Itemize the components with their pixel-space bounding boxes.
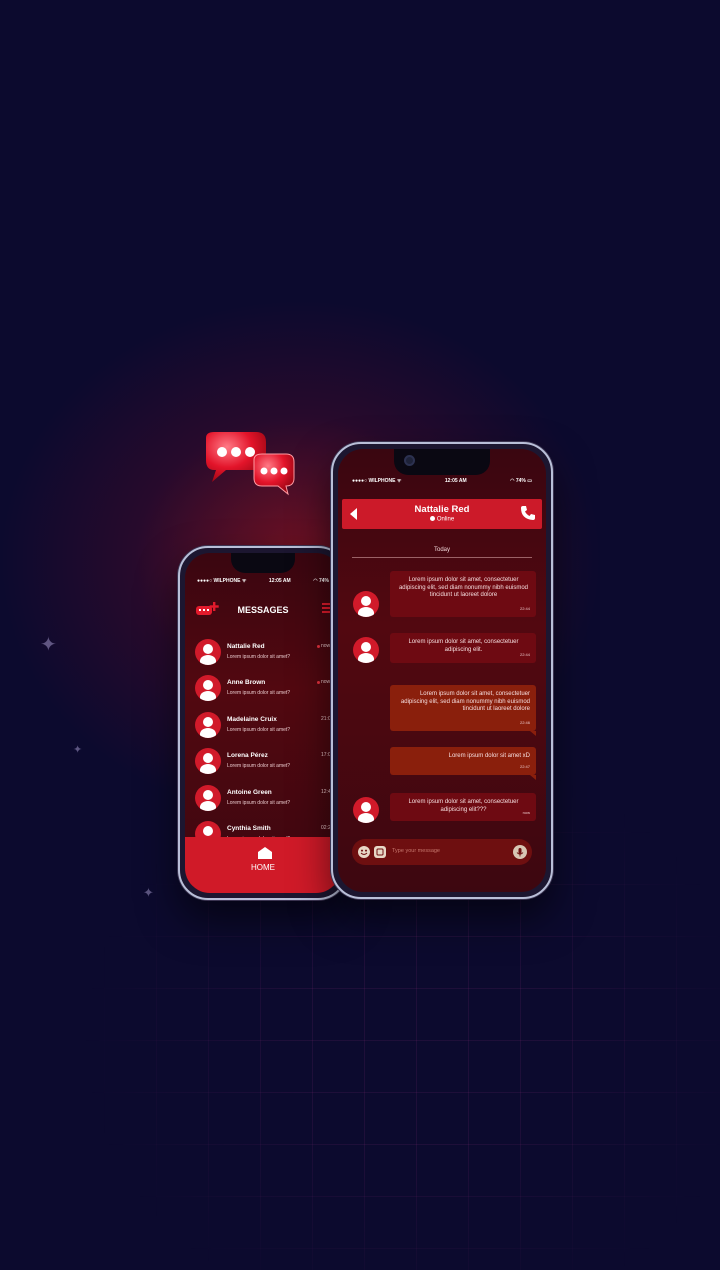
status-time: 12:05 AM: [268, 578, 291, 584]
messages-phone: ●●●●○ WILPHONE ᯤ 12:05 AM ◠ 74% MESSAGES…: [178, 546, 348, 900]
status-time: 12:05 AM: [444, 478, 467, 484]
contact-name: Lorena Pérez: [227, 752, 268, 760]
message-time: 17:0: [321, 752, 331, 759]
page-title: MESSAGES: [237, 605, 289, 615]
sparkle-icon: ✦: [73, 743, 83, 756]
avatar: [195, 711, 221, 738]
contact-list: Nattalie Red Lorem ipsum dolor sit amet? n…: [195, 639, 341, 857]
contact-row[interactable]: Anne Brown Lorem ipsum dolor sit amet? now: [195, 675, 341, 711]
avatar: [353, 797, 379, 823]
messages-screen: ●●●●○ WILPHONE ᯤ 12:05 AM ◠ 74% MESSAGES…: [185, 553, 341, 893]
sparkle-icon: ✦: [40, 632, 57, 656]
chat-bubbles-icon: [206, 432, 295, 496]
message-text: Lorem ipsum dolor sit amet, consectetuer…: [398, 577, 529, 599]
chat-screen: ●●●●○ WILPHONE ᯤ 12:05 AM ◠ 74% ▭ Nattal…: [338, 449, 546, 892]
contact-name: Cynthia Smith: [227, 824, 271, 832]
contact-name: Madelaine Cruix: [227, 715, 277, 723]
contact-name: Anne Brown: [227, 679, 266, 687]
avatar: [353, 591, 379, 617]
sparkle-icon: ✦: [143, 886, 154, 901]
message-time: 02:2: [321, 824, 331, 831]
presence-label: Online: [436, 516, 455, 523]
message-time: 22:44: [519, 606, 530, 612]
day-divider: [352, 557, 532, 558]
phone-icon[interactable]: [520, 505, 536, 521]
message-text: Lorem ipsum dolor sit amet, consectetuer…: [408, 799, 519, 813]
phone-notch: [394, 449, 490, 475]
message-time: now: [321, 643, 331, 649]
message-bubble: Lorem ipsum dolor sit amet, consectetuer…: [390, 571, 536, 617]
day-divider-label: Today: [433, 547, 450, 553]
contact-row[interactable]: Nattalie Red Lorem ipsum dolor sit amet? n…: [195, 639, 341, 675]
message-text: Lorem ipsum dolor sit amet xD: [448, 753, 530, 759]
message-time: 22:47: [519, 764, 530, 770]
contact-row[interactable]: Lorena Pérez Lorem ipsum dolor sit amet? 1…: [195, 748, 341, 784]
sticker-icon[interactable]: [374, 846, 386, 858]
unread-dot-icon: [317, 681, 320, 685]
camera-icon: [404, 455, 415, 466]
message-bubble: Lorem ipsum dolor sit amet, consectetuer…: [390, 633, 536, 663]
message-time: 22:44: [519, 652, 530, 658]
message-preview: Lorem ipsum dolor sit amet?: [227, 763, 291, 770]
contact-name: Antoine Green: [227, 788, 272, 796]
message-text: Lorem ipsum dolor sit amet, consectetuer…: [400, 691, 530, 713]
message-preview: Lorem ipsum dolor sit amet?: [227, 690, 291, 697]
message-bubble: Lorem ipsum dolor sit amet, consectetuer…: [390, 793, 536, 821]
chat-message: Lorem ipsum dolor sit amet, consectetuer…: [338, 633, 546, 663]
home-icon: [258, 847, 272, 859]
chat-message: Lorem ipsum dolor sit amet xD 22:47: [338, 747, 546, 780]
message-preview: Lorem ipsum dolor sit amet?: [227, 654, 291, 660]
contact-name: Nattalie Red: [414, 504, 470, 515]
contact-row[interactable]: Madelaine Cruix Lorem ipsum dolor sit ame…: [195, 711, 341, 748]
message-time: 22:46: [519, 720, 530, 726]
messages-header: MESSAGES: [185, 597, 341, 623]
message-bubble: Lorem ipsum dolor sit amet xD 22:47: [390, 747, 536, 780]
chat-header: Nattalie Red Online: [342, 499, 542, 529]
online-dot-icon: [429, 516, 435, 521]
contact-row[interactable]: Antoine Green Lorem ipsum dolor sit amet?…: [195, 784, 341, 821]
message-time: now: [522, 810, 530, 816]
unread-dot-icon: [317, 645, 320, 648]
chat-message: Lorem ipsum dolor sit amet, consectetuer…: [338, 793, 546, 823]
home-label: HOME: [251, 863, 275, 872]
emoji-icon[interactable]: [358, 846, 370, 858]
message-time: 21:0: [321, 715, 331, 722]
chat-message: Lorem ipsum dolor sit amet, consectetuer…: [338, 685, 546, 736]
chat-phone: ●●●●○ WILPHONE ᯤ 12:05 AM ◠ 74% ▭ Nattal…: [331, 442, 553, 899]
carrier-label: ●●●●○ WILPHONE ᯤ: [197, 578, 247, 584]
avatar: [353, 637, 379, 663]
status-bar: ●●●●○ WILPHONE ᯤ 12:05 AM ◠ 74% ▭: [338, 478, 546, 484]
battery-label: ◠ 74% ▭: [510, 478, 532, 484]
status-bar: ●●●●○ WILPHONE ᯤ 12:05 AM ◠ 74%: [185, 578, 341, 584]
message-input[interactable]: Type your message: [392, 848, 440, 854]
message-preview: Lorem ipsum dolor sit amet?: [227, 799, 291, 806]
message-time: now: [321, 679, 331, 686]
message-preview: Lorem ipsum dolor sit amet?: [227, 726, 291, 733]
avatar: [195, 675, 221, 702]
battery-label: ◠ 74%: [313, 578, 329, 584]
avatar: [195, 639, 221, 665]
chat-message: Lorem ipsum dolor sit amet, consectetuer…: [338, 571, 546, 617]
presence-status: Online: [342, 516, 542, 523]
message-text: Lorem ipsum dolor sit amet, consectetuer…: [408, 639, 519, 653]
carrier-label: ●●●●○ WILPHONE ᯤ: [352, 478, 402, 484]
avatar: [195, 784, 221, 811]
contact-name: Nattalie Red: [227, 643, 265, 650]
message-time: 12:4: [321, 788, 331, 795]
microphone-icon[interactable]: [513, 845, 527, 859]
phone-notch: [231, 553, 295, 573]
avatar: [195, 748, 221, 775]
message-input-bar: Type your message: [352, 839, 532, 865]
home-tab[interactable]: HOME: [185, 837, 341, 893]
message-bubble: Lorem ipsum dolor sit amet, consectetuer…: [390, 685, 536, 736]
